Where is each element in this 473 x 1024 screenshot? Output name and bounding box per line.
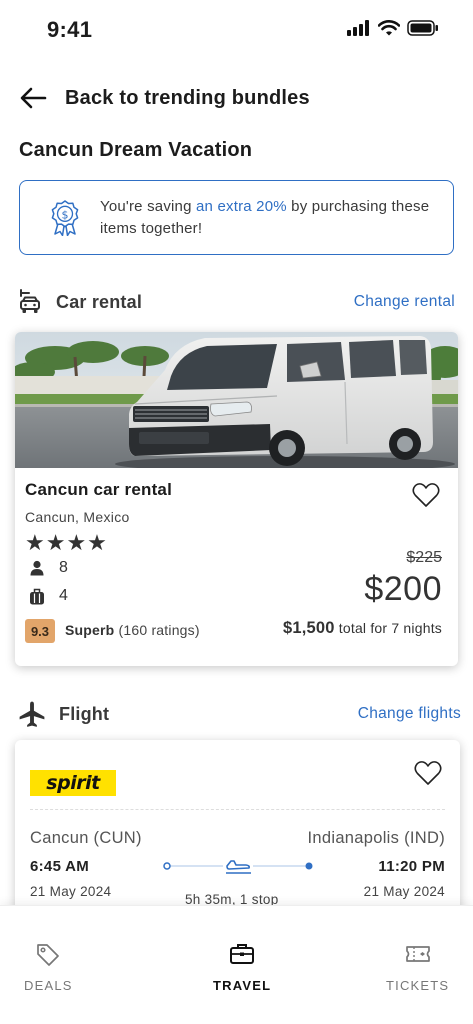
luggage-icon <box>30 588 44 604</box>
battery-icon <box>407 20 438 36</box>
origin-airport: Cancun (CUN) <box>30 829 142 847</box>
landing-plane-icon <box>223 857 253 875</box>
svg-text:$: $ <box>62 208 69 221</box>
departure-time: 6:45 AM <box>30 858 90 875</box>
passengers-row: 8 <box>29 559 68 577</box>
nav-travel-label: TRAVEL <box>213 978 272 993</box>
total-amount: $1,500 <box>283 619 335 637</box>
savings-highlight: an extra 20% <box>196 197 287 215</box>
change-flights-link[interactable]: Change flights <box>358 705 461 723</box>
arrival-date: 21 May 2024 <box>363 884 445 899</box>
flight-route-graphic <box>163 857 313 875</box>
nav-deals-label: DEALS <box>24 978 73 993</box>
rating-count: (160 ratings) <box>118 622 200 638</box>
departure-date: 21 May 2024 <box>30 884 112 899</box>
header: Back to trending bundles <box>18 80 455 116</box>
car-rental-section-header: Car rental Change rental <box>18 286 455 318</box>
savings-message: You're saving an extra 20% by purchasing… <box>100 196 453 240</box>
favorite-heart-icon[interactable] <box>412 482 440 508</box>
rating-label: Superb <box>65 622 115 638</box>
bottom-navigation: DEALS TRAVEL TICKETS <box>0 905 473 1024</box>
star-rating: ★★★★ <box>25 530 108 555</box>
arrival-time: 11:20 PM <box>378 858 445 875</box>
car-rental-icon <box>20 289 40 313</box>
status-bar: 9:41 <box>0 0 473 58</box>
rating-summary: Superb (160 ratings) <box>65 622 200 638</box>
tag-icon <box>37 944 60 966</box>
original-price: $225 <box>406 549 442 566</box>
back-arrow-icon[interactable] <box>18 83 48 113</box>
bags-row: 4 <box>29 587 68 605</box>
passengers-count: 8 <box>59 559 68 576</box>
airline-logo: spirit <box>30 770 116 796</box>
change-rental-link[interactable]: Change rental <box>354 293 455 311</box>
favorite-heart-icon[interactable] <box>414 760 442 786</box>
person-icon <box>30 560 44 576</box>
car-rental-section-title: Car rental <box>56 291 143 312</box>
car-photo <box>15 332 458 468</box>
savings-banner: $ You're saving an extra 20% by purchasi… <box>19 180 454 255</box>
divider <box>30 809 445 810</box>
bags-count: 4 <box>59 587 68 604</box>
page-title: Cancun Dream Vacation <box>19 139 253 161</box>
car-rental-card[interactable]: Cancun car rental Cancun, Mexico ★★★★ 8 … <box>15 332 458 666</box>
status-time: 9:41 <box>47 17 93 42</box>
nav-tickets-label: TICKETS <box>386 978 450 993</box>
total-price: $1,500 total for 7 nights <box>283 619 442 638</box>
nav-deals[interactable]: DEALS <box>24 942 73 993</box>
savings-prefix: You're saving <box>100 197 197 215</box>
rating-score-badge: 9.3 <box>25 619 55 643</box>
car-rental-name: Cancun car rental <box>25 480 173 499</box>
destination-airport: Indianapolis (IND) <box>307 829 445 847</box>
discounted-price: $200 <box>364 570 442 608</box>
cellular-signal-icon <box>347 20 369 36</box>
flight-card[interactable]: spirit Cancun (CUN) Indianapolis (IND) 6… <box>15 740 460 920</box>
airplane-icon <box>19 701 45 727</box>
status-icons <box>347 20 439 36</box>
car-rental-location: Cancun, Mexico <box>25 509 130 525</box>
flight-section-title: Flight <box>59 703 110 724</box>
flight-section-header: Flight Change flights <box>18 698 461 730</box>
nav-tickets[interactable]: TICKETS <box>386 942 449 993</box>
back-link-label[interactable]: Back to trending bundles <box>65 87 310 110</box>
total-suffix: total for 7 nights <box>338 620 442 636</box>
suitcase-icon <box>230 944 255 964</box>
nav-travel[interactable]: TRAVEL <box>213 942 271 993</box>
ticket-icon <box>405 946 430 962</box>
wifi-icon <box>378 20 400 36</box>
award-ribbon-icon: $ <box>51 199 79 236</box>
